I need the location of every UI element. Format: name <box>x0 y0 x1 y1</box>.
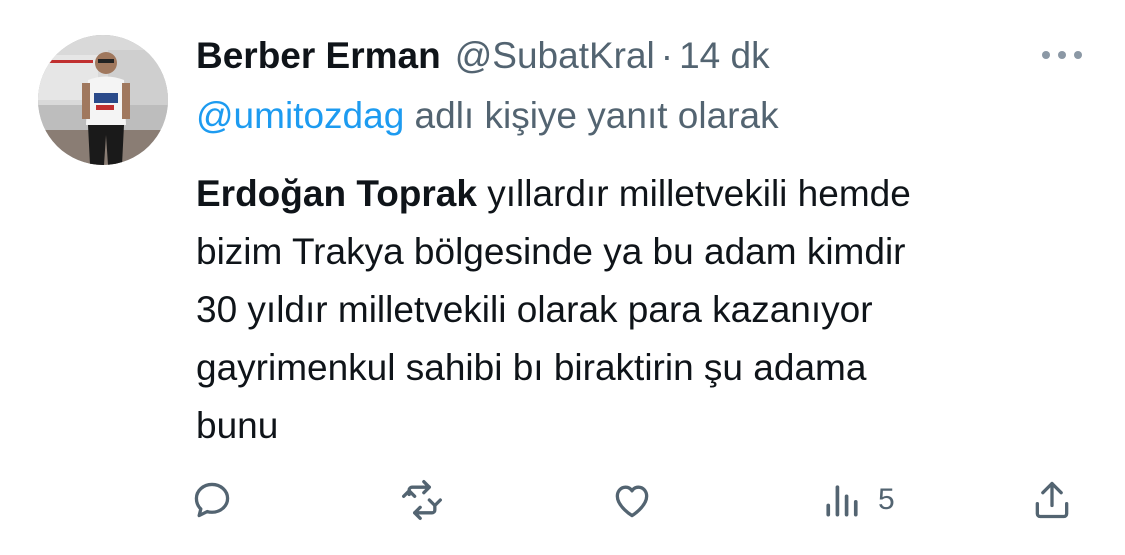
author-name[interactable]: Berber Erman <box>196 32 441 80</box>
reply-context: @umitozdag adlı kişiye yanıt olarak <box>196 92 779 140</box>
separator-dot: · <box>660 35 674 76</box>
reply-mention-link[interactable]: @umitozdag <box>196 95 404 136</box>
timestamp[interactable]: 14 dk <box>679 32 770 80</box>
share-button[interactable] <box>1030 470 1074 530</box>
share-icon <box>1035 481 1069 519</box>
more-icon <box>1042 51 1082 59</box>
retweet-button[interactable] <box>400 470 444 530</box>
like-icon <box>615 485 649 518</box>
views-count: 5 <box>878 483 895 516</box>
reply-icon <box>194 482 230 518</box>
reply-button[interactable] <box>190 470 234 530</box>
author-handle[interactable]: @SubatKral <box>455 32 655 80</box>
like-button[interactable] <box>610 470 654 530</box>
tweet-line-4: gayrimenkul sahibi bı biraktirin şu adam… <box>196 347 867 388</box>
avatar-photo <box>38 35 168 165</box>
retweet-icon <box>402 480 442 520</box>
action-bar: 5 <box>190 470 1090 530</box>
tweet-header: Berber Erman @SubatKral · 14 dk <box>196 32 770 80</box>
tweet-line-5: bunu <box>196 405 279 446</box>
more-options-button[interactable] <box>1040 40 1084 70</box>
tweet-text: Erdoğan Toprak yıllardır milletvekili he… <box>196 165 1096 455</box>
tweet-line-1-rest: yıllardır milletvekili hemde <box>476 173 911 214</box>
tweet-bold-name: Erdoğan Toprak <box>196 173 477 214</box>
tweet-line-3: 30 yıldır milletvekili olarak para kazan… <box>196 289 873 330</box>
avatar[interactable] <box>38 35 168 165</box>
tweet-line-2: bizim Trakya bölgesinde ya bu adam kimdi… <box>196 231 906 272</box>
views-button[interactable]: 5 <box>820 470 895 530</box>
reply-context-text: adlı kişiye yanıt olarak <box>404 95 779 136</box>
tweet-line-1: Erdoğan Toprak yıllardır milletvekili he… <box>196 165 1096 223</box>
views-icon <box>826 485 858 517</box>
